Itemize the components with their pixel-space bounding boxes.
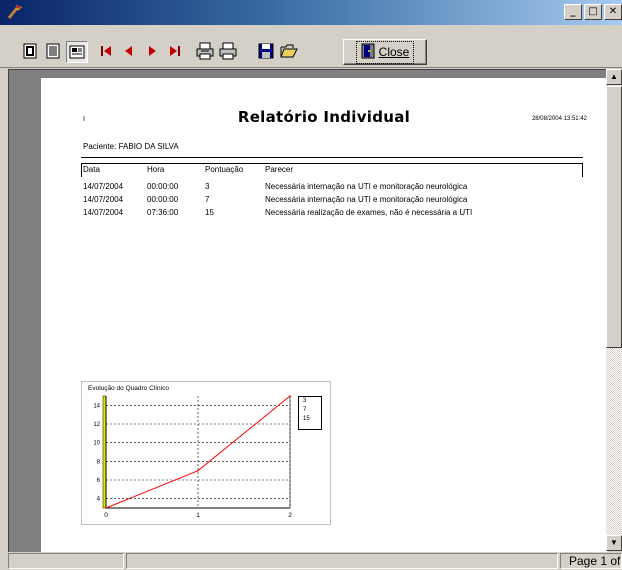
- row-date: 14/07/2004: [83, 208, 124, 217]
- preview-viewport[interactable]: I Relatório Individual 28/08/2004 13:51:…: [8, 69, 608, 553]
- close-window-button[interactable]: ✕: [604, 4, 622, 20]
- data-point: [289, 395, 291, 397]
- door-icon: [361, 43, 375, 62]
- first-page-icon[interactable]: [96, 41, 116, 61]
- col-header-date: Data: [83, 165, 100, 174]
- data-point: [105, 507, 107, 509]
- scroll-thumb[interactable]: [606, 86, 622, 348]
- header-right-line: [582, 163, 583, 177]
- chart-plot: 4681012140 1 2: [93, 395, 292, 519]
- data-point: [197, 469, 199, 472]
- scroll-up-icon[interactable]: ▲: [606, 69, 622, 85]
- row-score: 15: [205, 208, 214, 217]
- next-page-icon[interactable]: [142, 41, 162, 61]
- patient-label: Paciente: FABIO DA SILVA: [83, 142, 179, 151]
- divider: [81, 157, 583, 158]
- y-tick-label: 8: [97, 459, 101, 465]
- one-page-icon[interactable]: [20, 41, 40, 61]
- col-header-opinion: Parecer: [265, 165, 294, 174]
- row-opinion: Necessária realização de exames, não é n…: [265, 208, 473, 217]
- print-setup-icon[interactable]: [195, 41, 215, 61]
- legend-item: 3: [303, 398, 307, 404]
- x-tick-label: 0: [104, 512, 108, 519]
- prev-page-icon[interactable]: [119, 41, 139, 61]
- header-top-line: [81, 163, 583, 164]
- evolution-chart: Evolução do Quadro Clínico 4 6 8 10 12 14 0 1 2 …: [81, 381, 331, 525]
- report-page: I Relatório Individual 28/08/2004 13:51:…: [41, 78, 607, 552]
- y-tick-label: 4: [97, 497, 101, 503]
- col-header-score: Pontuação: [205, 165, 244, 174]
- x-tick-label: 2: [288, 512, 292, 519]
- row-time: 00:00:00: [147, 182, 179, 191]
- row-opinion: Necessária internação na UTI e monitoraç…: [265, 195, 468, 204]
- col-header-time: Hora: [147, 165, 165, 174]
- legend-item: 15: [303, 416, 310, 422]
- y-tick-label: 14: [93, 403, 100, 409]
- report-title: Relatório Individual: [237, 108, 411, 126]
- header-left-line: [81, 163, 82, 177]
- row-score: 7: [205, 195, 210, 204]
- y-tick-label: 10: [93, 441, 100, 447]
- chart-legend: 3 7 15: [298, 396, 322, 430]
- page-indicator: Page 1 of 1: [560, 553, 622, 569]
- row-score: 3: [205, 182, 210, 191]
- app-icon: [6, 3, 24, 21]
- vertical-scrollbar[interactable]: ▲ ▼: [606, 69, 622, 551]
- scroll-down-icon[interactable]: ▼: [606, 535, 622, 551]
- maximize-button[interactable]: □: [584, 4, 602, 20]
- save-icon[interactable]: [256, 41, 276, 61]
- row-date: 14/07/2004: [83, 195, 124, 204]
- x-tick-label: 1: [196, 512, 200, 519]
- zoom-page-icon[interactable]: [66, 41, 88, 63]
- two-page-icon[interactable]: [43, 41, 63, 61]
- row-date: 14/07/2004: [83, 182, 124, 191]
- legend-item: 7: [303, 407, 307, 413]
- minimize-button[interactable]: _: [564, 4, 582, 20]
- row-opinion: Necessária internação na UTI e monitoraç…: [265, 182, 468, 191]
- row-time: 00:00:00: [147, 195, 179, 204]
- report-printed-at: 28/08/2004 13:51:42: [531, 116, 587, 122]
- toolbar: Close: [0, 25, 622, 68]
- status-panel-center: [126, 553, 558, 569]
- close-button[interactable]: Close: [343, 39, 427, 65]
- last-page-icon[interactable]: [165, 41, 185, 61]
- print-icon[interactable]: [218, 41, 238, 61]
- open-icon[interactable]: [279, 41, 299, 61]
- close-button-label: Close: [378, 45, 410, 59]
- status-bar: Page 1 of 1: [0, 552, 622, 570]
- title-bar: _ □ ✕: [0, 0, 622, 25]
- y-tick-label: 12: [93, 422, 100, 428]
- y-tick-label: 6: [97, 478, 101, 484]
- status-panel-left: [8, 553, 124, 569]
- row-time: 07:36:00: [147, 208, 179, 217]
